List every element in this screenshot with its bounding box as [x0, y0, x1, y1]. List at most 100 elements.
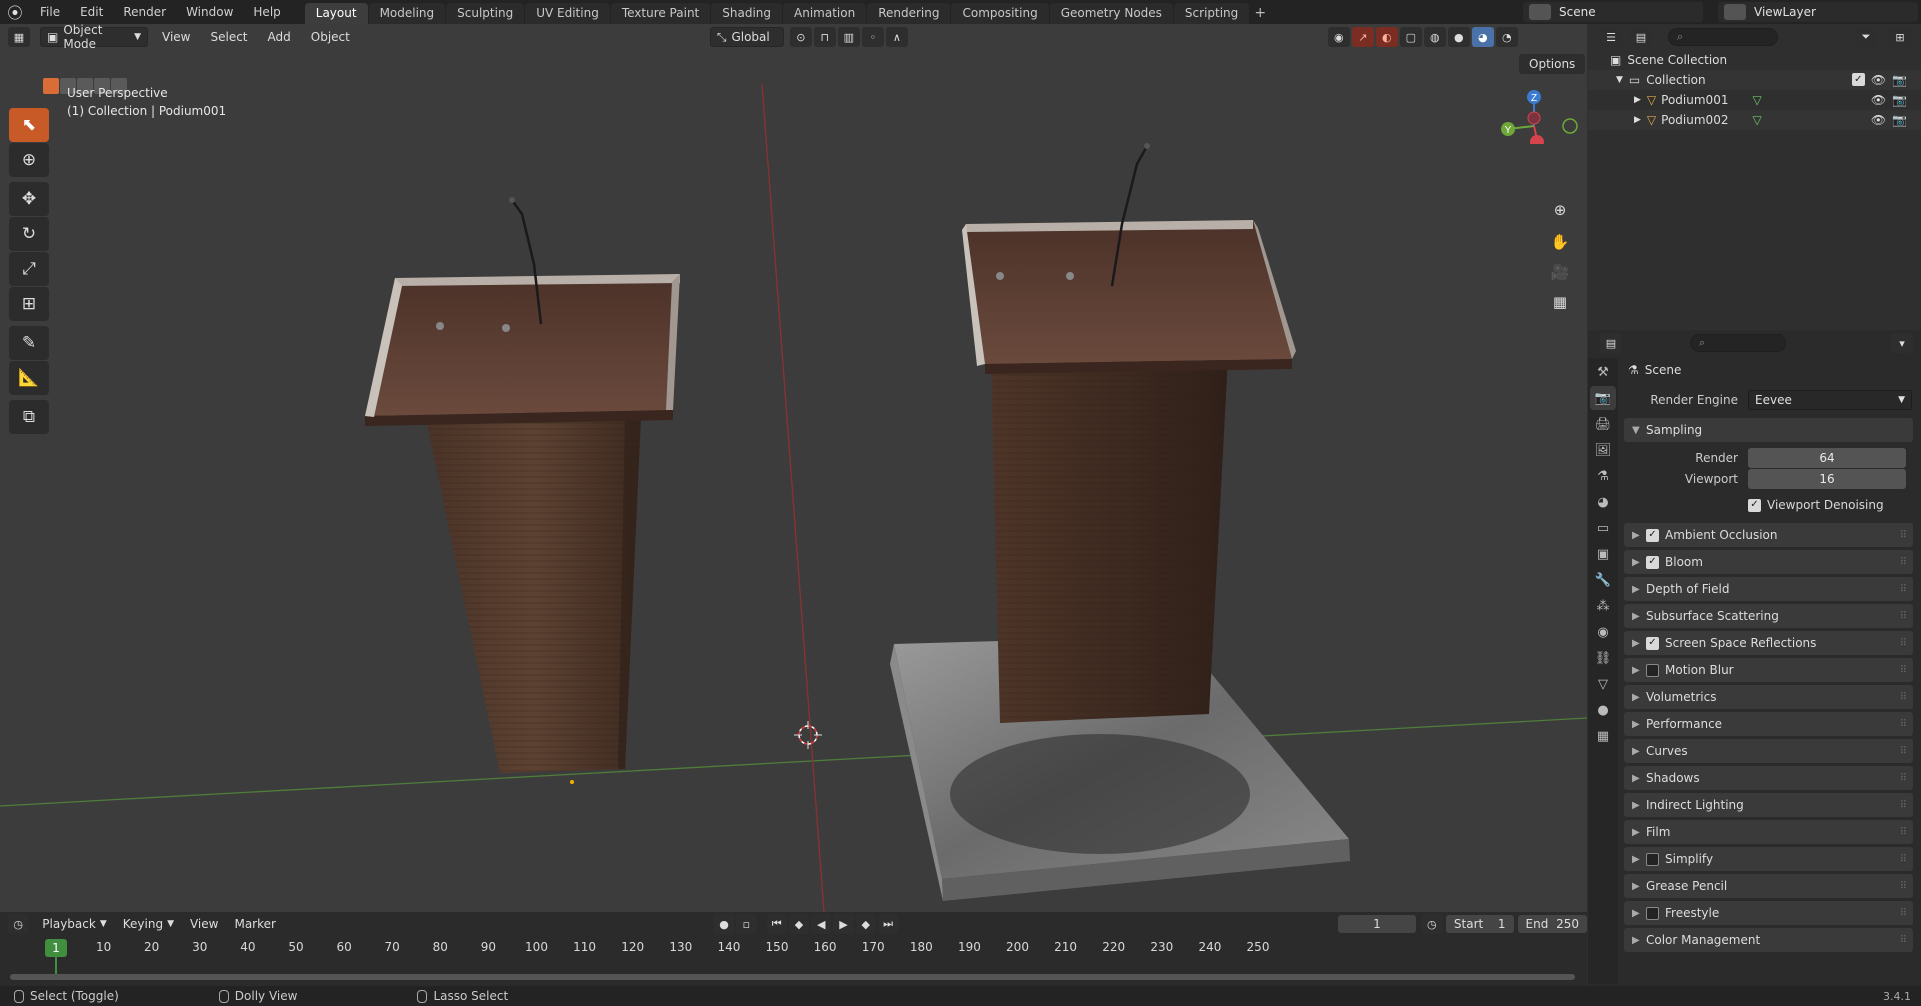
viewport-menu-object[interactable]: Object: [301, 30, 360, 44]
pivot-point-icon[interactable]: ⊙: [789, 27, 812, 47]
object-tab-icon[interactable]: ▣: [1590, 542, 1616, 566]
panel-depth-of-field[interactable]: ▶ Depth of Field ⠿: [1624, 577, 1913, 601]
chevron-right-icon[interactable]: ▶: [1634, 95, 1641, 105]
properties-options-icon[interactable]: ▾: [1891, 333, 1913, 353]
menu-window[interactable]: Window: [176, 0, 243, 24]
drag-handle-icon[interactable]: ⠿: [1900, 665, 1907, 676]
mesh-data-icon[interactable]: ▽: [1752, 113, 1761, 127]
tab-animation[interactable]: Animation: [783, 3, 867, 24]
drag-handle-icon[interactable]: ⠿: [1900, 611, 1907, 622]
select-box-tool-icon[interactable]: ⬉: [9, 108, 49, 142]
scene-tab-icon[interactable]: ⚗: [1590, 464, 1616, 488]
record-keyframe-icon[interactable]: ●: [713, 914, 735, 934]
camera-icon[interactable]: 📷: [1892, 113, 1907, 127]
playhead-frame-indicator[interactable]: 1: [45, 939, 67, 957]
pan-hand-icon[interactable]: ✋: [1546, 228, 1574, 256]
filter-icon[interactable]: ⏷: [1855, 27, 1877, 47]
end-frame-field[interactable]: End 250: [1517, 915, 1588, 933]
annotate-tool-icon[interactable]: ✎: [9, 326, 49, 360]
panel-performance[interactable]: ▶ Performance ⠿: [1624, 712, 1913, 736]
next-keyframe-icon[interactable]: ◆: [855, 914, 876, 934]
viewport-menu-add[interactable]: Add: [258, 30, 301, 44]
eye-icon[interactable]: 👁: [1871, 73, 1886, 87]
drag-handle-icon[interactable]: ⠿: [1900, 773, 1907, 784]
modifier-tab-icon[interactable]: 🔧: [1590, 568, 1616, 592]
preview-range-icon[interactable]: ◷: [1421, 914, 1442, 934]
drag-handle-icon[interactable]: ⠿: [1900, 584, 1907, 595]
world-tab-icon[interactable]: ◕: [1590, 490, 1616, 514]
material-tab-icon[interactable]: ●: [1590, 698, 1616, 722]
scale-tool-icon[interactable]: ⤢: [9, 252, 49, 286]
drag-handle-icon[interactable]: ⠿: [1900, 746, 1907, 757]
prev-keyframe-icon[interactable]: ◆: [788, 914, 810, 934]
tab-texture-paint[interactable]: Texture Paint: [610, 3, 711, 24]
editor-type-icon[interactable]: ▦: [8, 27, 30, 47]
panel-bloom[interactable]: ▶ ✓ Bloom ⠿: [1624, 550, 1913, 574]
add-cube-tool-icon[interactable]: ⧉: [9, 400, 49, 434]
new-collection-icon[interactable]: ⊞: [1889, 27, 1911, 47]
view-layer-name[interactable]: ViewLayer: [1754, 5, 1816, 19]
tab-uv-editing[interactable]: UV Editing: [525, 3, 610, 24]
zoom-icon[interactable]: ⊕: [1546, 196, 1574, 224]
material-preview-shading-icon[interactable]: ◕: [1471, 27, 1494, 47]
3d-cursor[interactable]: [794, 721, 822, 749]
panel-enable-checkbox[interactable]: ✓: [1646, 528, 1659, 542]
particles-tab-icon[interactable]: ⁂: [1590, 594, 1616, 618]
drag-handle-icon[interactable]: ⠿: [1900, 935, 1907, 946]
properties-search-input[interactable]: ⌕: [1690, 334, 1786, 352]
tab-geometry-nodes[interactable]: Geometry Nodes: [1049, 3, 1173, 24]
transform-orientation-dropdown[interactable]: ⤡ Global: [709, 27, 784, 47]
overlay-toggle-icon[interactable]: ◐: [1375, 27, 1398, 47]
proportional-edit-icon[interactable]: ◦: [861, 27, 884, 47]
timeline-menu-marker[interactable]: Marker: [226, 917, 283, 931]
object-mode-dropdown[interactable]: ▣ Object Mode ▼: [40, 24, 148, 51]
menu-file[interactable]: File: [30, 0, 70, 24]
panel-motion-blur[interactable]: ▶ Motion Blur ⠿: [1624, 658, 1913, 682]
camera-icon[interactable]: 📷: [1892, 73, 1907, 87]
tool-tab-icon[interactable]: ⚒: [1590, 360, 1616, 384]
view-layer-selector[interactable]: ViewLayer: [1718, 2, 1918, 22]
drag-handle-icon[interactable]: ⠿: [1900, 854, 1907, 865]
timeline-scrollbar[interactable]: [10, 974, 1575, 980]
panel-color-management[interactable]: ▶ Color Management ⠿: [1624, 928, 1913, 952]
timeline-menu-keying[interactable]: Keying ▼: [115, 917, 182, 931]
viewport-denoising-checkbox[interactable]: ✓: [1748, 498, 1761, 512]
3d-viewport[interactable]: ▦ ▣ Object Mode ▼ View Select Add Object…: [0, 24, 1587, 912]
collection-row[interactable]: ▼ ▭ Collection ✓ 👁 📷: [1588, 70, 1921, 90]
tab-modeling[interactable]: Modeling: [368, 3, 446, 24]
tab-rendering[interactable]: Rendering: [867, 3, 951, 24]
solid-shading-icon[interactable]: ●: [1447, 27, 1470, 47]
panel-enable-checkbox[interactable]: [1646, 852, 1659, 866]
outliner[interactable]: ☰ ▤ ⌕ ⏷ ⊞ ▣ Scene Collection ▼ ▭ Collect…: [1588, 24, 1921, 329]
viewport-samples-field[interactable]: 16: [1748, 469, 1906, 489]
outliner-search-input[interactable]: ⌕: [1668, 28, 1778, 46]
panel-curves[interactable]: ▶ Curves ⠿: [1624, 739, 1913, 763]
gizmo-toggle-icon[interactable]: ↗: [1351, 27, 1374, 47]
perspective-toggle-icon[interactable]: ▦: [1546, 288, 1574, 316]
menu-render[interactable]: Render: [113, 0, 176, 24]
podium-001[interactable]: [365, 197, 680, 784]
tab-sculpting[interactable]: Sculpting: [446, 3, 525, 24]
cursor-tool-icon[interactable]: ⊕: [9, 143, 49, 177]
measure-tool-icon[interactable]: 📐: [9, 361, 49, 395]
mesh-data-icon[interactable]: ▽: [1752, 93, 1761, 107]
outliner-editor-type-icon[interactable]: ☰: [1600, 27, 1622, 47]
transform-tool-icon[interactable]: ⊞: [9, 287, 49, 321]
start-frame-field[interactable]: Start 1: [1445, 915, 1514, 933]
camera-icon[interactable]: 📷: [1892, 93, 1907, 107]
drag-handle-icon[interactable]: ⠿: [1900, 692, 1907, 703]
current-frame-field[interactable]: 1: [1338, 915, 1416, 933]
drag-handle-icon[interactable]: ⠿: [1900, 638, 1907, 649]
panel-ambient-occlusion[interactable]: ▶ ✓ Ambient Occlusion ⠿: [1624, 523, 1913, 547]
render-engine-select[interactable]: Eevee ▼: [1748, 390, 1912, 410]
tab-shading[interactable]: Shading: [711, 3, 782, 24]
scene-name[interactable]: Scene: [1559, 5, 1596, 19]
menu-help[interactable]: Help: [243, 0, 290, 24]
tab-layout[interactable]: Layout: [304, 3, 368, 24]
visibility-icon[interactable]: ◉: [1327, 27, 1350, 47]
xray-toggle-icon[interactable]: ▢: [1399, 27, 1422, 47]
camera-view-icon[interactable]: 🎥: [1546, 258, 1574, 286]
physics-tab-icon[interactable]: ◉: [1590, 620, 1616, 644]
panel-enable-checkbox[interactable]: ✓: [1646, 555, 1659, 569]
panel-screen-space-reflections[interactable]: ▶ ✓ Screen Space Reflections ⠿: [1624, 631, 1913, 655]
